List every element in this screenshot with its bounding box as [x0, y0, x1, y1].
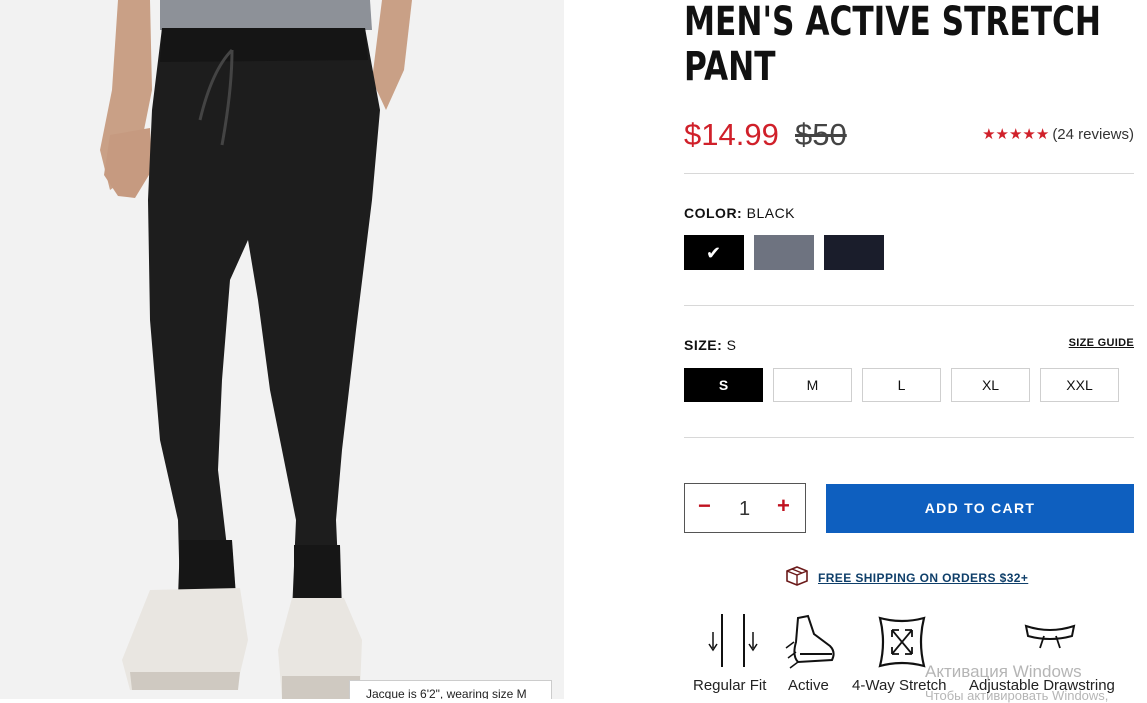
color-swatch-navy[interactable]: [824, 235, 884, 270]
size-option-xl[interactable]: XL: [951, 368, 1030, 402]
feature-4-way-stretch: 4-Way Stretch: [852, 612, 946, 694]
divider: [684, 305, 1134, 306]
feature-label: Regular Fit: [693, 677, 767, 694]
product-title: MEN'S ACTIVE STRETCH PANT: [684, 0, 1101, 90]
decrement-button[interactable]: −: [698, 493, 711, 519]
size-label: SIZE: S: [684, 337, 737, 353]
divider: [684, 437, 1134, 438]
selected-size: S: [726, 337, 737, 353]
product-image[interactable]: Jacque is 6'2", wearing size M: [0, 0, 564, 699]
four-way-stretch-icon: [878, 616, 926, 668]
original-price: $50: [795, 117, 847, 152]
selected-color: BLACK: [746, 205, 796, 221]
windows-activation-watermark: Активация Windows: [925, 662, 1082, 681]
free-shipping-link[interactable]: FREE SHIPPING ON ORDERS $32+: [818, 571, 1028, 585]
product-photo: [0, 0, 564, 699]
color-swatch-black[interactable]: ✔: [684, 235, 744, 270]
windows-activation-watermark-line2: Чтобы активировать Windows,: [925, 688, 1109, 703]
size-option-l[interactable]: L: [862, 368, 941, 402]
feature-regular-fit: Regular Fit: [692, 612, 772, 694]
star-rating-icon: ★★★★★: [982, 126, 1050, 143]
box-icon: [784, 564, 810, 591]
sale-price: $14.99: [684, 117, 779, 152]
size-option-s[interactable]: S: [684, 368, 763, 402]
size-guide-link[interactable]: SIZE GUIDE: [1069, 337, 1134, 349]
color-label: COLOR: BLACK: [684, 205, 796, 221]
image-caption: Jacque is 6'2", wearing size M: [349, 680, 552, 699]
running-shoe-icon: [785, 614, 835, 669]
size-option-xxl[interactable]: XXL: [1040, 368, 1119, 402]
divider: [684, 173, 1134, 174]
regular-fit-icon: [708, 614, 758, 667]
color-swatch-grey[interactable]: [754, 235, 814, 270]
feature-active: Active: [784, 612, 840, 694]
drawstring-icon: [1024, 624, 1076, 649]
feature-adjustable-drawstring: Adjustable Drawstring: [969, 612, 1115, 694]
review-count[interactable]: (24 reviews): [1052, 126, 1134, 143]
add-to-cart-button[interactable]: ADD TO CART: [826, 484, 1134, 533]
increment-button[interactable]: +: [777, 493, 790, 519]
size-option-m[interactable]: M: [773, 368, 852, 402]
checkmark-icon: ✔: [706, 243, 722, 263]
rating[interactable]: ★★★★★ (24 reviews): [982, 125, 1134, 144]
feature-label: Active: [788, 677, 829, 694]
quantity-stepper[interactable]: − 1 +: [684, 483, 806, 533]
quantity-value[interactable]: 1: [739, 498, 750, 521]
free-shipping-banner[interactable]: FREE SHIPPING ON ORDERS $32+: [784, 564, 1028, 591]
